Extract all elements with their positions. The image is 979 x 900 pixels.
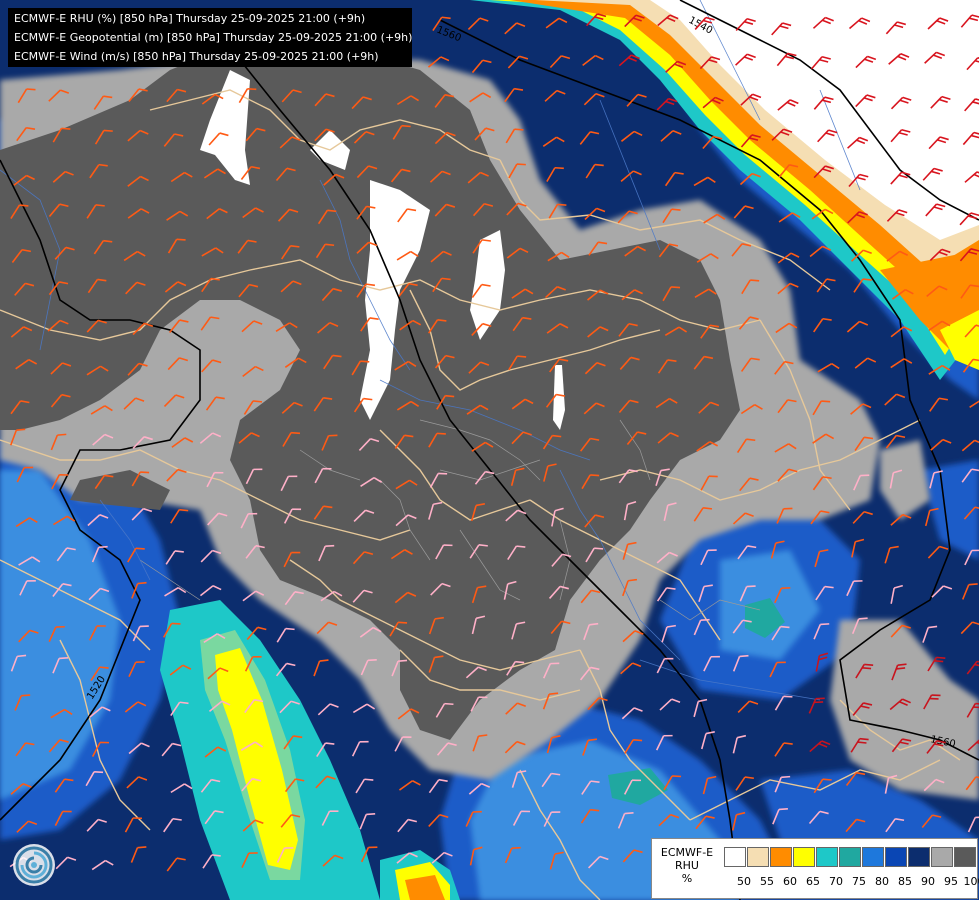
header-rhu: ECMWF-E RHU (%) [850 hPa] Thursday 25-09…	[14, 12, 366, 25]
legend-unit: %	[681, 872, 693, 885]
legend-swatch	[885, 847, 907, 867]
legend-swatch	[747, 847, 769, 867]
legend-label: 70	[829, 875, 843, 888]
legend-label: 65	[806, 875, 820, 888]
legend-title-variable: RHU	[675, 859, 699, 872]
legend-swatch	[816, 847, 838, 867]
ecmwf-logo	[12, 843, 56, 887]
legend: ECMWF-E RHU % 50 55 60 65 70 75 80 85 90 95 100	[651, 838, 979, 899]
legend-label: 75	[852, 875, 866, 888]
swirl-icon	[13, 844, 55, 886]
legend-label: 60	[783, 875, 797, 888]
legend-title: ECMWF-E RHU %	[656, 846, 718, 885]
legend-label: 80	[875, 875, 889, 888]
legend-label: 85	[898, 875, 912, 888]
legend-label: 100	[963, 875, 979, 888]
legend-label: 95	[944, 875, 958, 888]
legend-swatch	[862, 847, 884, 867]
legend-swatch	[724, 847, 746, 867]
legend-title-model: ECMWF-E	[660, 846, 714, 859]
legend-swatch	[770, 847, 792, 867]
header-geopotential: ECMWF-E Geopotential (m) [850 hPa] Thurs…	[14, 31, 413, 44]
legend-label: 55	[760, 875, 774, 888]
legend-swatch	[793, 847, 815, 867]
legend-label: 50	[737, 875, 751, 888]
header-wind: ECMWF-E Wind (m/s) [850 hPa] Thursday 25…	[14, 50, 379, 63]
legend-label: 90	[921, 875, 935, 888]
legend-swatches	[724, 847, 977, 869]
legend-swatch	[908, 847, 930, 867]
legend-swatch	[839, 847, 861, 867]
forecast-map: 1560 1540 1520 1560	[0, 0, 979, 900]
legend-swatch	[954, 847, 976, 867]
info-box: ECMWF-E RHU (%) [850 hPa] Thursday 25-09…	[8, 8, 412, 67]
legend-swatch	[931, 847, 953, 867]
